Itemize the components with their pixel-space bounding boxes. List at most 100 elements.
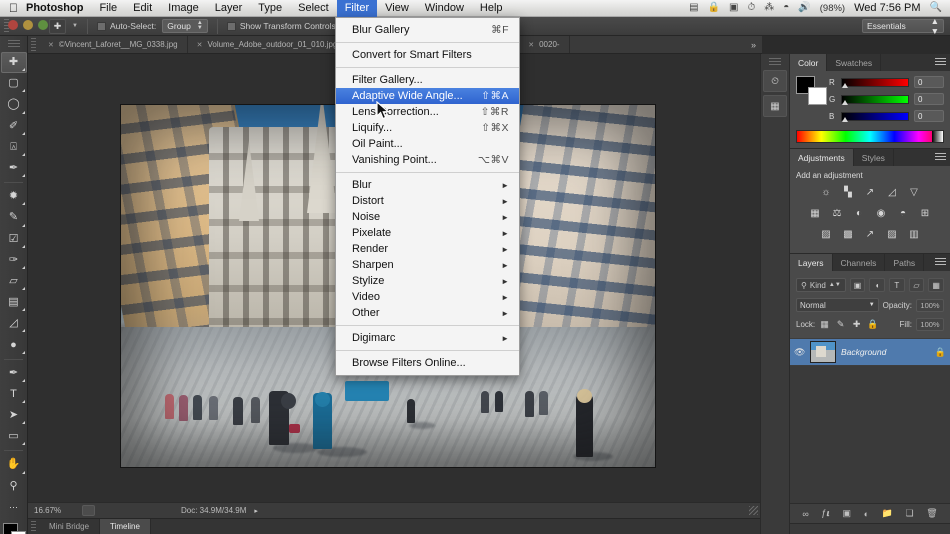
red-slider-knob[interactable] <box>842 83 848 88</box>
green-value-input[interactable]: 0 <box>914 93 944 105</box>
background-color-swatch[interactable] <box>808 87 827 105</box>
color-lookup-icon[interactable]: ⊞ <box>918 206 933 221</box>
screen-recording-icon[interactable]: ▤ <box>689 3 698 13</box>
menu-file[interactable]: File <box>91 0 125 17</box>
menu-item-blur-gallery[interactable]: Blur Gallery ⌘F <box>336 22 519 38</box>
eraser-tool[interactable]: ▱ <box>1 271 27 292</box>
wifi-icon[interactable]: ◓ <box>783 3 789 13</box>
menu-edit[interactable]: Edit <box>125 0 160 17</box>
move-tool[interactable]: ✚ <box>1 52 27 73</box>
panel-menu-icon[interactable] <box>935 153 946 162</box>
auto-select-scope-select[interactable]: Group ▲▼ <box>162 19 208 33</box>
panel-menu-icon[interactable] <box>935 58 946 67</box>
hue-saturation-icon[interactable]: ▦ <box>808 206 823 221</box>
display-icon[interactable]: ▣ <box>729 3 738 13</box>
layer-row-background[interactable]: 👁 Background 🔒 <box>790 338 950 366</box>
menu-item-filter-gallery[interactable]: Filter Gallery... <box>336 72 519 88</box>
panel-menu-icon[interactable] <box>935 258 946 267</box>
menu-photoshop[interactable]: Photoshop <box>18 0 91 17</box>
pen-tool[interactable]: ✒ <box>1 363 27 384</box>
menu-item-adaptive-wide-angle[interactable]: Adaptive Wide Angle... ⇧⌘A <box>336 88 519 104</box>
tab-color[interactable]: Color <box>790 54 827 71</box>
tool-preset-chevron-icon[interactable]: ▼ <box>72 23 78 29</box>
photo-filter-icon[interactable]: ◉ <box>874 206 889 221</box>
layer-name[interactable]: Background <box>841 347 930 357</box>
brush-tool[interactable]: ✎ <box>1 207 27 228</box>
threshold-icon[interactable]: ↗ <box>863 227 878 242</box>
blue-slider-knob[interactable] <box>842 117 848 122</box>
fill-value-input[interactable]: 100% <box>916 318 944 331</box>
menu-filter[interactable]: Filter <box>337 0 377 17</box>
color-spectrum-ramp[interactable] <box>796 130 944 143</box>
add-layer-mask-icon[interactable]: ▣ <box>843 508 852 519</box>
color-balance-icon[interactable]: ⚖ <box>830 206 845 221</box>
green-slider[interactable] <box>841 95 909 104</box>
zoom-button[interactable] <box>38 20 48 30</box>
clone-stamp-tool[interactable]: ☑ <box>1 229 27 250</box>
history-brush-tool[interactable]: ✑ <box>1 250 27 271</box>
blue-value-input[interactable]: 0 <box>914 110 944 122</box>
bluetooth-icon[interactable]: ⁂ <box>764 3 774 13</box>
quick-selection-tool[interactable]: ✐ <box>1 116 27 137</box>
status-arrow-icon[interactable]: ▸ <box>254 507 258 515</box>
menu-item-vanishing-point[interactable]: Vanishing Point... ⌥⌘V <box>336 152 519 168</box>
blur-tool[interactable]: ◿ <box>1 313 27 334</box>
tab-paths[interactable]: Paths <box>885 254 924 271</box>
menu-item-digimarc[interactable]: Digimarc ► <box>336 330 519 346</box>
menu-item-render[interactable]: Render ► <box>336 241 519 257</box>
tab-bar-grip[interactable] <box>31 38 36 51</box>
dock-grip[interactable] <box>769 58 781 66</box>
selective-color-icon[interactable]: ▥ <box>907 227 922 242</box>
new-layer-icon[interactable]: ❏ <box>906 508 914 519</box>
document-tab[interactable]: ✕ ©Vincent_Laforet__MG_0338.jpg <box>39 36 188 53</box>
tab-layers[interactable]: Layers <box>790 254 833 271</box>
levels-icon[interactable]: ▚ <box>841 185 856 200</box>
close-button[interactable] <box>8 20 18 30</box>
gradient-map-icon[interactable]: ▨ <box>885 227 900 242</box>
search-icon[interactable]: 🔍 <box>930 3 942 13</box>
menu-view[interactable]: View <box>377 0 417 17</box>
posterize-icon[interactable]: ▩ <box>841 227 856 242</box>
menu-item-browse-filters-online[interactable]: Browse Filters Online... <box>336 355 519 371</box>
color-swatches[interactable] <box>1 522 27 534</box>
properties-panel-icon[interactable]: ▦ <box>763 95 787 117</box>
lock-image-pixels-icon[interactable]: ✎ <box>835 319 846 330</box>
menu-help[interactable]: Help <box>472 0 511 17</box>
spot-healing-brush-tool[interactable]: ✹ <box>1 186 27 207</box>
red-slider[interactable] <box>841 78 909 87</box>
menu-item-other[interactable]: Other ► <box>336 305 519 321</box>
adjustment-filter-icon[interactable]: ◖ <box>869 278 885 292</box>
vibrance-icon[interactable]: ▽ <box>907 185 922 200</box>
volume-icon[interactable]: 🔊 <box>798 3 810 13</box>
blend-mode-select[interactable]: Normal ▼ <box>796 298 879 312</box>
red-value-input[interactable]: 0 <box>914 76 944 88</box>
menu-item-noise[interactable]: Noise ► <box>336 209 519 225</box>
close-icon[interactable]: ✕ <box>197 41 203 49</box>
apple-logo-icon[interactable]:  <box>9 2 18 14</box>
new-adjustment-layer-icon[interactable]: ◐ <box>864 509 869 519</box>
menu-item-video[interactable]: Video ► <box>336 289 519 305</box>
opacity-value-input[interactable]: 100% <box>916 299 944 312</box>
tab-timeline[interactable]: Timeline <box>100 519 151 534</box>
layer-kind-select[interactable]: ⚲ Kind ▲▼ <box>796 278 846 292</box>
filter-dropdown-menu[interactable]: Blur Gallery ⌘F Convert for Smart Filter… <box>335 17 520 376</box>
resize-grip[interactable] <box>749 506 758 515</box>
smart-object-filter-icon[interactable]: ▦ <box>928 278 944 292</box>
hand-tool[interactable]: ✋ <box>1 454 27 475</box>
menu-item-pixelate[interactable]: Pixelate ► <box>336 225 519 241</box>
menu-item-liquify[interactable]: Liquify... ⇧⌘X <box>336 120 519 136</box>
zoom-tool[interactable]: ⚲ <box>1 476 27 497</box>
show-transform-checkbox[interactable] <box>227 22 236 31</box>
type-tool[interactable]: T <box>1 384 27 405</box>
layer-thumbnail[interactable] <box>810 341 836 363</box>
black-white-icon[interactable]: ◐ <box>852 206 867 221</box>
menu-window[interactable]: Window <box>417 0 472 17</box>
path-selection-tool[interactable]: ➤ <box>1 405 27 426</box>
crop-tool[interactable]: ⍓ <box>1 137 27 158</box>
blue-slider[interactable] <box>841 112 909 121</box>
close-icon[interactable]: ✕ <box>528 41 534 49</box>
lock-icon[interactable]: 🔒 <box>935 347 946 358</box>
rectangle-tool[interactable]: ▭ <box>1 426 27 447</box>
menu-image[interactable]: Image <box>160 0 207 17</box>
auto-select-checkbox[interactable] <box>97 22 106 31</box>
